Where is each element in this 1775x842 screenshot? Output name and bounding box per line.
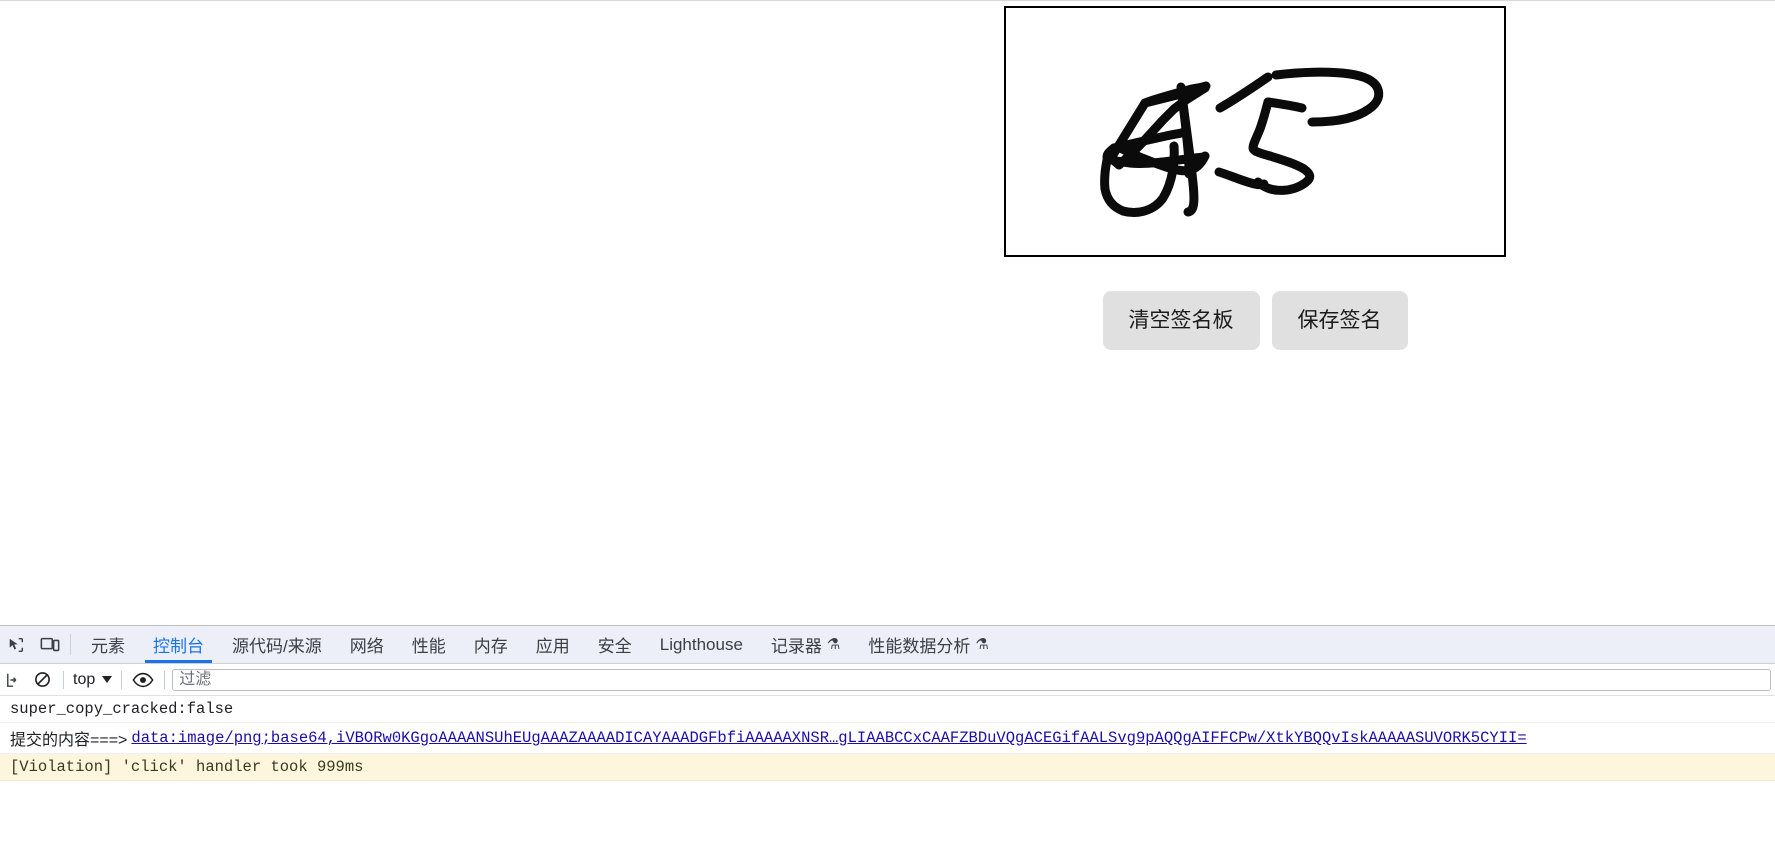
devtools-tab-label: 源代码/来源 xyxy=(232,637,322,656)
signature-actions: 清空签名板 保存签名 xyxy=(1004,291,1506,350)
console-context-value: top xyxy=(73,670,96,688)
experiment-flask-icon: ⚗ xyxy=(975,636,989,653)
clear-signature-button[interactable]: 清空签名板 xyxy=(1102,291,1260,350)
devtools-tab-8[interactable]: Lighthouse xyxy=(646,626,757,663)
console-violation-text: [Violation] 'click' handler took 999ms xyxy=(10,758,364,776)
console-toolbar-divider-2 xyxy=(121,670,123,689)
devtools-tab-label: 安全 xyxy=(597,637,632,656)
console-message-prefix: 提交的内容===> xyxy=(10,732,128,749)
devtools-tab-label: 记录器 xyxy=(770,637,822,656)
live-expression-eye-icon[interactable] xyxy=(129,665,157,695)
devtools-tab-label: 性能 xyxy=(411,637,446,656)
devtools-tab-1[interactable]: 控制台 xyxy=(139,626,218,663)
devtools-tab-6[interactable]: 应用 xyxy=(522,626,584,663)
console-dataurl-link[interactable]: data:image/png;base64,iVBORw0KGgoAAAANSU… xyxy=(131,729,1526,747)
device-toolbar-icon[interactable] xyxy=(34,627,66,663)
signature-canvas[interactable] xyxy=(1004,6,1506,257)
signature-pad-container xyxy=(1004,6,1506,257)
page-viewport: 清空签名板 保存签名 xyxy=(0,0,1775,625)
devtools-tab-5[interactable]: 内存 xyxy=(460,626,522,663)
console-row-violation[interactable]: [Violation] 'click' handler took 999ms xyxy=(0,754,1775,781)
console-context-selector[interactable]: top xyxy=(71,671,114,689)
devtools-panel: 元素 控制台 源代码/来源 网络 性能 内存 应用 安全 Lighthouse 记录器 ⚗ 性能数据分… xyxy=(0,625,1775,842)
save-signature-button[interactable]: 保存签名 xyxy=(1271,291,1408,350)
experiment-flask-icon: ⚗ xyxy=(826,636,841,653)
devtools-left-tools xyxy=(0,626,66,663)
devtools-tab-9[interactable]: 记录器 ⚗ xyxy=(757,626,854,663)
console-row[interactable]: super_copy_cracked:false xyxy=(0,696,1775,723)
devtools-tab-label: 元素 xyxy=(91,637,125,656)
devtools-tab-label: 控制台 xyxy=(153,637,204,656)
console-message-text: super_copy_cracked:false xyxy=(10,700,234,718)
console-message-list: super_copy_cracked:false 提交的内容===> data:… xyxy=(0,696,1775,842)
inspect-element-icon[interactable] xyxy=(0,627,32,663)
console-filter-input[interactable] xyxy=(172,668,1771,691)
devtools-tab-7[interactable]: 安全 xyxy=(584,626,646,663)
tabbar-divider xyxy=(70,634,71,655)
devtools-tab-3[interactable]: 网络 xyxy=(336,626,398,663)
devtools-tab-4[interactable]: 性能 xyxy=(398,626,460,663)
devtools-tab-label: 网络 xyxy=(349,637,384,656)
console-row[interactable]: 提交的内容===> data:image/png;base64,iVBORw0K… xyxy=(0,723,1775,754)
block-icon[interactable] xyxy=(28,665,56,695)
console-toolbar: top xyxy=(0,664,1775,696)
devtools-tab-2[interactable]: 源代码/来源 xyxy=(218,626,336,663)
signature-strokes-icon xyxy=(1100,67,1384,217)
devtools-tab-label: 内存 xyxy=(473,637,508,656)
chevron-down-icon xyxy=(102,676,113,683)
clear-console-icon[interactable] xyxy=(0,665,28,695)
devtools-tab-label: 应用 xyxy=(535,637,570,656)
devtools-tab-label: Lighthouse xyxy=(659,634,743,654)
devtools-tab-label: 性能数据分析 xyxy=(868,637,971,656)
devtools-tab-10[interactable]: 性能数据分析 ⚗ xyxy=(854,626,1002,663)
devtools-tab-0[interactable]: 元素 xyxy=(77,626,139,663)
console-toolbar-divider-3 xyxy=(164,670,166,689)
console-toolbar-divider-1 xyxy=(63,670,64,689)
devtools-tabbar: 元素 控制台 源代码/来源 网络 性能 内存 应用 安全 Lighthouse 记录器 ⚗ 性能数据分… xyxy=(0,626,1775,664)
screenshot-root: 清空签名板 保存签名 元素 控制台 源代码/来源 网络 性能 内存 应用 安全 … xyxy=(0,0,1775,842)
devtools-tab-list: 元素 控制台 源代码/来源 网络 性能 内存 应用 安全 Lighthouse 记录器 ⚗ 性能数据分… xyxy=(77,626,1775,663)
